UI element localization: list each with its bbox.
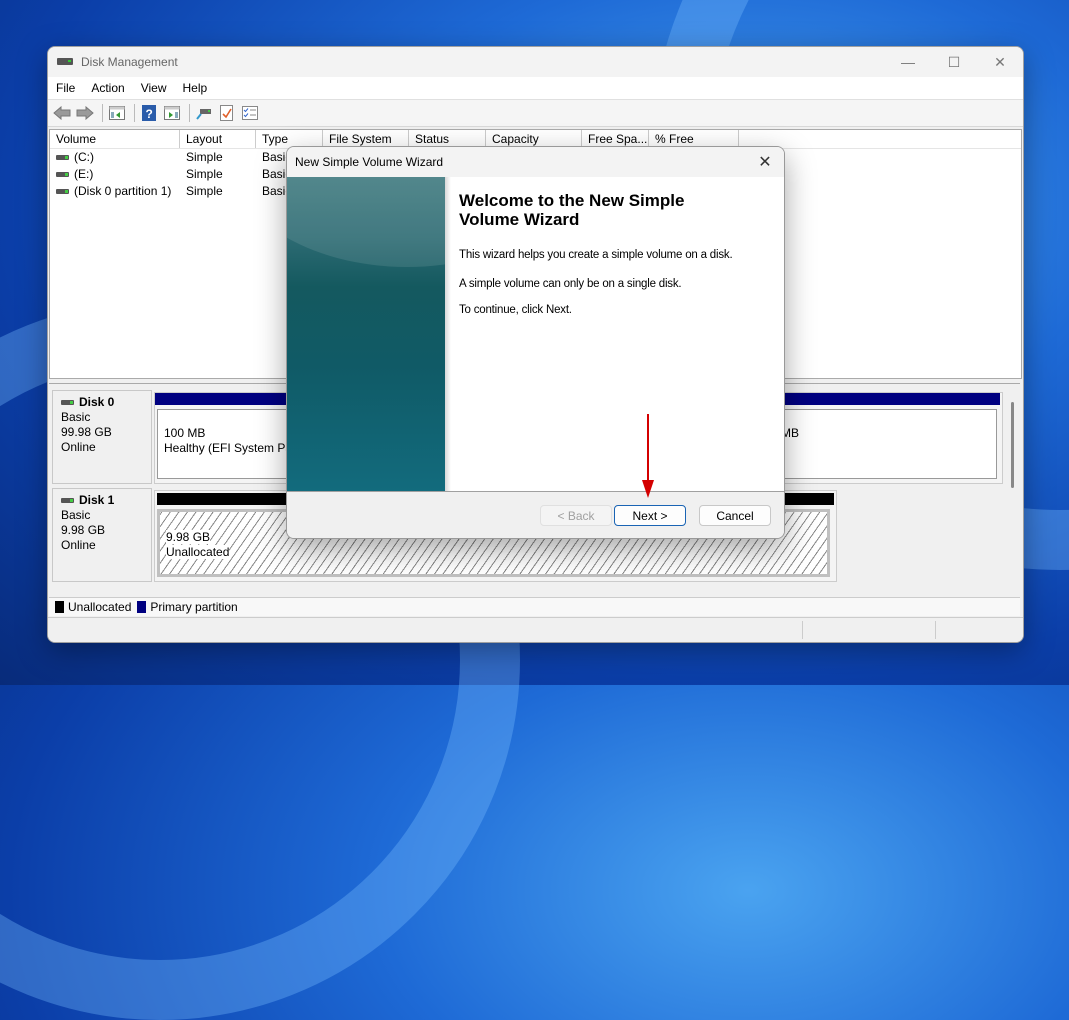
legend-primary-swatch: [137, 601, 147, 613]
legend-unallocated-label: Unallocated: [68, 600, 132, 614]
disk-name: Disk 0: [79, 395, 115, 409]
legend: Unallocated Primary partition: [49, 597, 1020, 616]
show-hide-console-tree-icon[interactable]: [107, 103, 127, 123]
menu-action[interactable]: Action: [83, 81, 132, 95]
partition-primary[interactable]: MB: [775, 409, 997, 479]
window-title: Disk Management: [81, 55, 178, 69]
next-button[interactable]: Next >: [614, 505, 686, 526]
disk-size: 9.98 GB: [61, 523, 106, 537]
volume-layout: Simple: [186, 167, 223, 181]
disk-size: 99.98 GB: [61, 425, 112, 439]
partition-size: MB: [781, 426, 799, 440]
maximize-button[interactable]: ☐: [931, 47, 977, 77]
svg-text:?: ?: [146, 107, 153, 121]
disk-status: Online: [61, 538, 96, 552]
menu-help[interactable]: Help: [175, 81, 216, 95]
disk-0-label[interactable]: Disk 0 Basic 99.98 GB Online: [52, 390, 152, 484]
wizard-description-1: This wizard helps you create a simple vo…: [459, 249, 733, 261]
status-divider: [802, 621, 803, 639]
wizard-description-2: A simple volume can only be on a single …: [459, 278, 682, 290]
title-bar: Disk Management — ☐ ✕: [48, 47, 1023, 77]
menu-bar: File Action View Help: [48, 77, 1023, 100]
column-layout[interactable]: Layout: [180, 130, 256, 148]
volume-layout: Simple: [186, 184, 223, 198]
help-icon[interactable]: ?: [139, 103, 159, 123]
disk-type: Basic: [61, 508, 91, 522]
dialog-footer: < Back Next > Cancel: [287, 492, 784, 538]
legend-primary-label: Primary partition: [150, 600, 238, 614]
menu-view[interactable]: View: [133, 81, 175, 95]
wizard-side-banner: [287, 177, 445, 491]
status-bar: [48, 617, 1023, 642]
show-action-pane-icon[interactable]: [162, 103, 182, 123]
minimize-button[interactable]: —: [885, 47, 931, 77]
column-volume[interactable]: Volume: [50, 130, 180, 148]
close-button[interactable]: ✕: [977, 47, 1023, 77]
disk-type: Basic: [61, 410, 91, 424]
toolbar: ?: [48, 100, 1023, 127]
disk-icon: [61, 498, 74, 504]
cancel-button[interactable]: Cancel: [699, 505, 771, 526]
drive-icon: [56, 172, 69, 178]
checklist-icon[interactable]: [240, 103, 260, 123]
partition-status: Unallocated: [166, 545, 230, 559]
toolbar-separator: [134, 104, 135, 122]
back-button[interactable]: < Back: [540, 505, 612, 526]
wizard-description-3: To continue, click Next.: [459, 304, 572, 316]
menu-file[interactable]: File: [48, 81, 83, 95]
partition-size: 9.98 GB: [166, 530, 211, 544]
volume-name: (Disk 0 partition 1): [74, 184, 172, 198]
dialog-title: New Simple Volume Wizard: [295, 155, 444, 169]
connect-disk-icon[interactable]: [194, 103, 214, 123]
dialog-close-button[interactable]: ✕: [754, 151, 776, 173]
status-divider: [935, 621, 936, 639]
volume-name: (C:): [74, 150, 94, 164]
volume-name: (E:): [74, 167, 94, 181]
new-simple-volume-wizard-dialog: New Simple Volume Wizard ✕ Welcome to th…: [286, 146, 785, 539]
disk-management-icon: [57, 56, 73, 68]
legend-unallocated-swatch: [55, 601, 64, 613]
back-arrow-icon[interactable]: [52, 103, 72, 123]
wizard-content: Welcome to the New Simple Volume Wizard …: [451, 177, 784, 491]
properties-check-icon[interactable]: [217, 103, 237, 123]
toolbar-separator: [189, 104, 190, 122]
disk-icon: [61, 400, 74, 406]
annotation-arrow-icon: [642, 414, 654, 498]
drive-icon: [56, 189, 69, 195]
dialog-title-bar: New Simple Volume Wizard ✕: [287, 147, 784, 177]
volume-layout: Simple: [186, 150, 223, 164]
forward-arrow-icon[interactable]: [75, 103, 95, 123]
disk-name: Disk 1: [79, 493, 115, 507]
disk-status: Online: [61, 440, 96, 454]
disk-pane-scrollbar[interactable]: [1011, 402, 1014, 488]
toolbar-separator: [102, 104, 103, 122]
wizard-heading: Welcome to the New Simple Volume Wizard: [459, 191, 685, 229]
disk-1-label[interactable]: Disk 1 Basic 9.98 GB Online: [52, 488, 152, 582]
drive-icon: [56, 155, 69, 161]
